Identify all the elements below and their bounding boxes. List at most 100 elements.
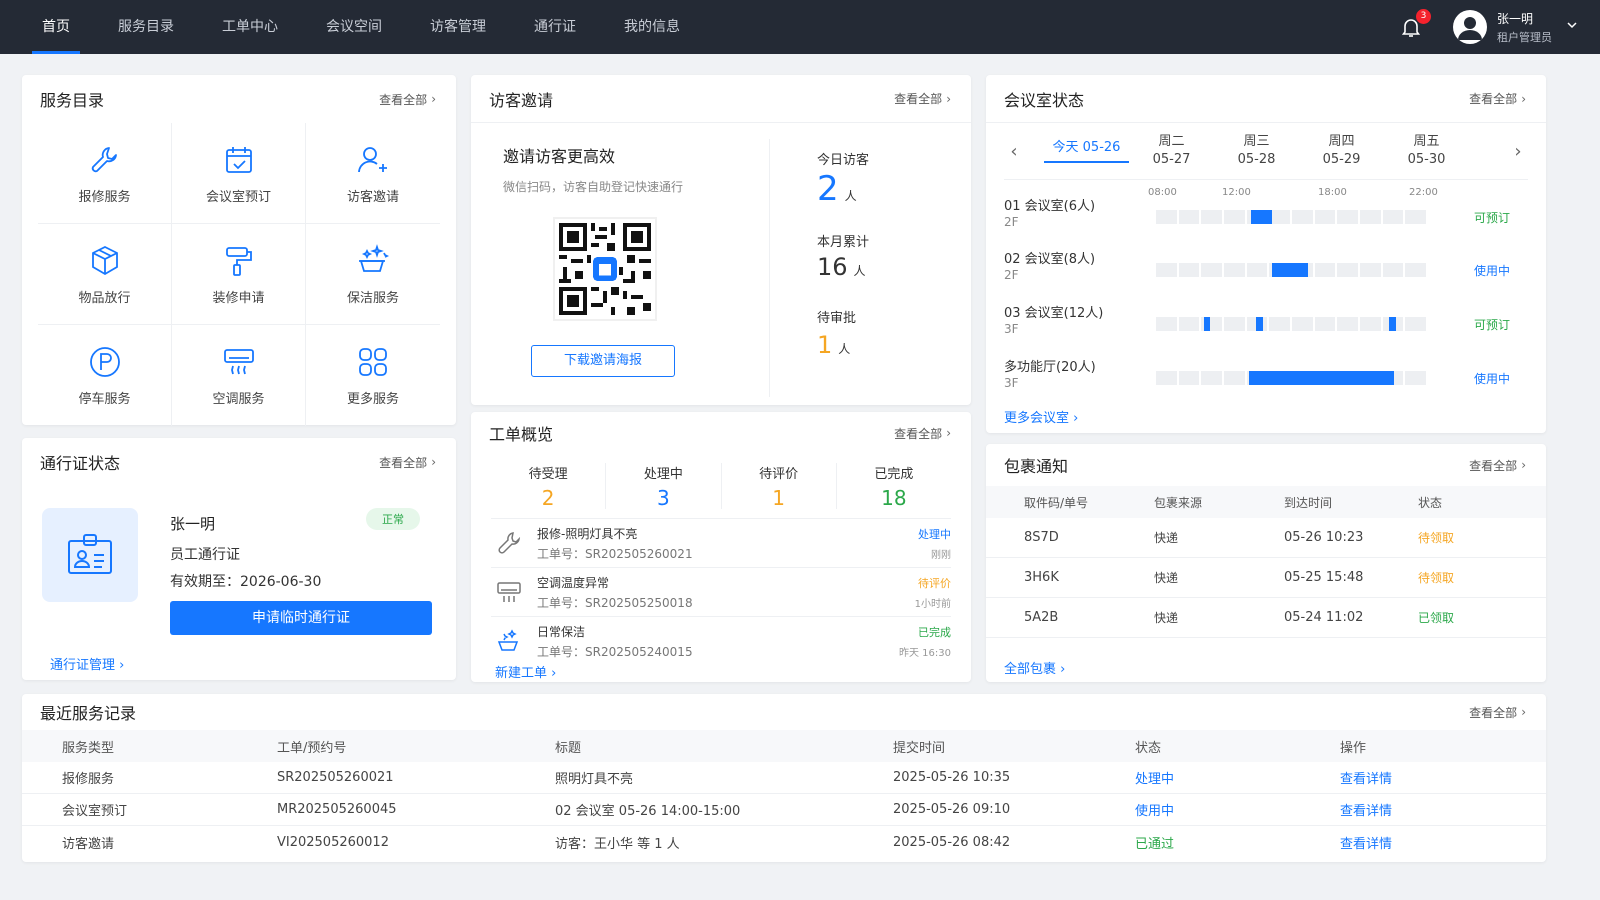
timeline-slot[interactable] [1156, 210, 1177, 224]
timeline-slot[interactable] [1360, 263, 1381, 277]
chevron-down-icon[interactable] [1566, 19, 1578, 35]
timeline-slot[interactable] [1314, 263, 1336, 277]
all-packages-link[interactable]: 全部包裹 › [1004, 658, 1065, 677]
list-item[interactable]: 日常保洁 工单号：SR202505240015 已完成 昨天 16:30 [491, 616, 951, 665]
timeline-slot[interactable] [1337, 263, 1358, 277]
nav-visitor-management[interactable]: 访客管理 [406, 0, 510, 54]
view-all-link[interactable]: 查看全部 › [1469, 90, 1526, 107]
timeline-slot[interactable] [1405, 263, 1426, 277]
table-row[interactable]: 3H6K 快递 05-25 15:48 待领取 [986, 558, 1546, 598]
more-meeting-rooms-link[interactable]: 更多会议室 › [1004, 407, 1078, 426]
meeting-room-row[interactable]: 02 会议室(8人) 2F 使用中 [1004, 248, 1534, 300]
timeline-slot[interactable] [1201, 210, 1222, 224]
view-all-link[interactable]: 查看全部 › [1469, 457, 1526, 474]
stat-pending-accept[interactable]: 待受理 2 [491, 463, 607, 510]
service-visitor-invite[interactable]: 访客邀请 [306, 123, 440, 224]
timeline-slot[interactable] [1405, 210, 1426, 224]
service-cleaning[interactable]: 保洁服务 [306, 224, 440, 325]
timeline-slot[interactable] [1246, 263, 1268, 277]
service-catalog-card: 服务目录 查看全部 › 报修服务 会议室预订 访客邀请 物品放行 装修申请 保洁服… [22, 75, 456, 426]
service-parking[interactable]: 停车服务 [38, 325, 172, 426]
chevron-left-icon[interactable]: ‹ [1004, 141, 1024, 162]
nav-service-catalog[interactable]: 服务目录 [94, 0, 198, 54]
timeline-slot[interactable] [1360, 317, 1381, 331]
view-details-link[interactable]: 查看详情 [1340, 800, 1490, 819]
view-all-link[interactable]: 查看全部 › [894, 90, 951, 107]
service-repair[interactable]: 报修服务 [38, 123, 172, 224]
timeline-slot[interactable] [1224, 210, 1245, 224]
timeline-slot[interactable] [1337, 210, 1358, 224]
booked-slot[interactable] [1389, 317, 1397, 331]
meeting-room-row[interactable]: 03 会议室(12人) 3F 可预订 [1004, 302, 1534, 354]
view-all-link[interactable]: 查看全部 › [894, 425, 951, 442]
timeline-slot[interactable] [1156, 371, 1177, 385]
stat-completed[interactable]: 已完成 18 [837, 463, 951, 510]
service-more[interactable]: 更多服务 [306, 325, 440, 426]
timeline-slot[interactable] [1224, 263, 1245, 277]
timeline-slot[interactable] [1269, 317, 1290, 331]
nav-workorder-center[interactable]: 工单中心 [198, 0, 302, 54]
timeline-slot[interactable] [1269, 210, 1290, 224]
timeline-slot[interactable] [1292, 210, 1313, 224]
service-meeting-booking[interactable]: 会议室预订 [172, 123, 306, 224]
timeline-slot[interactable] [1224, 371, 1245, 385]
pass-management-link[interactable]: 通行证管理 › [50, 654, 124, 673]
list-item[interactable]: 报修-照明灯具不亮 工单号：SR202505260021 处理中 刚刚 [491, 518, 951, 567]
service-renovation[interactable]: 装修申请 [172, 224, 306, 325]
timeline-slot[interactable] [1382, 263, 1404, 277]
timeline-slot[interactable] [1292, 317, 1313, 331]
view-all-link[interactable]: 查看全部 › [379, 91, 436, 108]
table-row[interactable]: 8S7D 快递 05-26 10:23 待领取 [986, 518, 1546, 558]
timeline-slot[interactable] [1405, 371, 1426, 385]
timeline-slot[interactable] [1314, 210, 1336, 224]
timeline-slot[interactable] [1224, 317, 1245, 331]
timeline-slot[interactable] [1382, 210, 1404, 224]
meeting-room-row[interactable]: 01 会议室(6人) 2F 可预订 [1004, 195, 1534, 247]
view-all-link[interactable]: 查看全部 › [1469, 704, 1526, 721]
service-label: 会议室预订 [205, 189, 271, 205]
nav-home[interactable]: 首页 [18, 0, 94, 54]
day-friday[interactable]: 周五 05-30 [1384, 133, 1469, 169]
nav-pass[interactable]: 通行证 [510, 0, 600, 54]
timeline-slot[interactable] [1178, 317, 1200, 331]
booked-slot[interactable] [1271, 263, 1308, 277]
booked-slot[interactable] [1255, 317, 1263, 331]
timeline-slot[interactable] [1201, 371, 1222, 385]
day-tuesday[interactable]: 周二 05-27 [1129, 133, 1214, 169]
day-wednesday[interactable]: 周三 05-28 [1214, 133, 1299, 169]
timeline-slot[interactable] [1360, 210, 1381, 224]
stat-pending-review[interactable]: 待评价 1 [722, 463, 837, 510]
table-row[interactable]: 5A2B 快递 05-24 11:02 已领取 [986, 598, 1546, 638]
apply-temporary-pass-button[interactable]: 申请临时通行证 [170, 601, 432, 635]
stat-processing[interactable]: 处理中 3 [606, 463, 722, 510]
chevron-right-icon[interactable]: › [1508, 141, 1528, 162]
list-item[interactable]: 空调温度异常 工单号：SR202505250018 待评价 1小时前 [491, 567, 951, 616]
timeline-slot[interactable] [1405, 317, 1426, 331]
view-all-link[interactable]: 查看全部 › [379, 454, 436, 471]
timeline-slot[interactable] [1178, 210, 1200, 224]
day-today[interactable]: 今天 05-26 [1044, 139, 1129, 163]
download-invite-poster-button[interactable]: 下载邀请海报 [531, 345, 675, 377]
nav-my-info[interactable]: 我的信息 [600, 0, 704, 54]
service-air-conditioning[interactable]: 空调服务 [172, 325, 306, 426]
nav-meeting-space[interactable]: 会议空间 [302, 0, 406, 54]
timeline-slot[interactable] [1178, 263, 1200, 277]
timeline-slot[interactable] [1337, 317, 1358, 331]
booked-slot[interactable] [1251, 210, 1272, 224]
timeline-slot[interactable] [1314, 317, 1336, 331]
booked-slot[interactable] [1203, 317, 1211, 331]
timeline-slot[interactable] [1201, 263, 1222, 277]
new-workorder-link[interactable]: 新建工单 › [495, 662, 556, 681]
booked-slot[interactable] [1248, 371, 1394, 385]
user-info[interactable]: 张一明 租户管理员 [1497, 10, 1552, 45]
meeting-room-row[interactable]: 多功能厅(20人) 3F 使用中 [1004, 356, 1534, 408]
timeline-slot[interactable] [1156, 263, 1177, 277]
day-thursday[interactable]: 周四 05-29 [1299, 133, 1384, 169]
timeline-slot[interactable] [1178, 371, 1200, 385]
view-details-link[interactable]: 查看详情 [1340, 768, 1490, 787]
avatar[interactable] [1453, 10, 1487, 44]
notification-bell-icon[interactable]: 3 [1399, 9, 1431, 39]
service-goods-release[interactable]: 物品放行 [38, 224, 172, 325]
timeline-slot[interactable] [1156, 317, 1177, 331]
view-details-link[interactable]: 查看详情 [1340, 833, 1490, 852]
